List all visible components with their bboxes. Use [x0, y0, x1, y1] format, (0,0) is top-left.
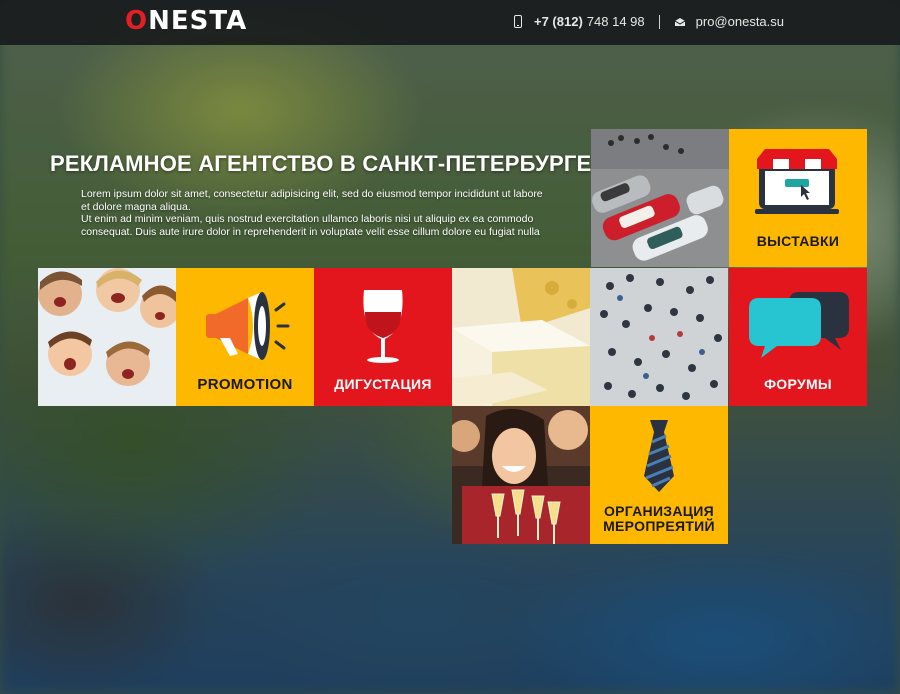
tile-label-degustaciya: ДИГУСТАЦИЯ [334, 376, 432, 392]
tile-label-vystavki: ВЫСТАВКИ [756, 233, 840, 249]
tile-label-organizaciya-line1: ОРГАНИЗАЦИЯ [603, 503, 715, 519]
logo-text: NESTA [148, 6, 248, 36]
logo[interactable]: ONESTA [125, 6, 247, 36]
tile-forumy[interactable]: ФОРУМЫ [729, 268, 867, 406]
logo-letter-o: O [125, 6, 149, 36]
tile-label-organizaciya: ОРГАНИЗАЦИЯ МЕРОПРЕЯТИЙ [590, 504, 728, 534]
cheese-photo [452, 268, 590, 406]
header-bar: ONESTA +7 (812) 748 14 98 pro@onesta.su [0, 0, 900, 45]
hero-paragraph-2: Ut enim ad minim veniam, quis nostrud ex… [81, 213, 540, 238]
tile-cheese-photo[interactable] [452, 268, 590, 406]
tile-crowd-photo[interactable] [590, 268, 728, 406]
tile-label-organizaciya-line2: МЕРОПРЕЯТИЙ [603, 518, 715, 534]
people-photo [38, 268, 176, 406]
phone-number[interactable]: 748 14 98 [587, 14, 645, 29]
phone-code: +7 (812) [534, 14, 583, 29]
tile-organizaciya[interactable]: ОРГАНИЗАЦИЯ МЕРОПРЕЯТИЙ [590, 406, 728, 544]
tile-promotion[interactable]: PROMOTION [176, 268, 314, 406]
divider [658, 14, 660, 29]
hero-description: Lorem ipsum dolor sit amet, consectetur … [81, 188, 551, 238]
page-title: РЕКЛАМНОЕ АГЕНТСТВО В САНКТ-ПЕТЕРБУРГЕ [50, 151, 592, 176]
tile-vystavki[interactable]: ВЫСТАВКИ [729, 129, 867, 267]
tile-label-promotion: PROMOTION [197, 376, 293, 393]
party-photo [452, 406, 590, 544]
cars-photo [591, 129, 729, 267]
tile-party-photo[interactable] [452, 406, 590, 544]
crowd-photo [590, 268, 728, 406]
tile-cars-photo[interactable] [591, 129, 729, 267]
contact-info: +7 (812) 748 14 98 pro@onesta.su [514, 14, 784, 29]
email-link[interactable]: pro@onesta.su [696, 14, 784, 29]
tile-degustaciya[interactable]: ДИГУСТАЦИЯ [314, 268, 452, 406]
mail-icon [674, 17, 685, 26]
tile-people-photo[interactable] [38, 268, 176, 406]
phone-icon [514, 15, 522, 28]
hero-paragraph-1: Lorem ipsum dolor sit amet, consectetur … [81, 188, 543, 213]
tile-label-forumy: ФОРУМЫ [764, 376, 832, 392]
